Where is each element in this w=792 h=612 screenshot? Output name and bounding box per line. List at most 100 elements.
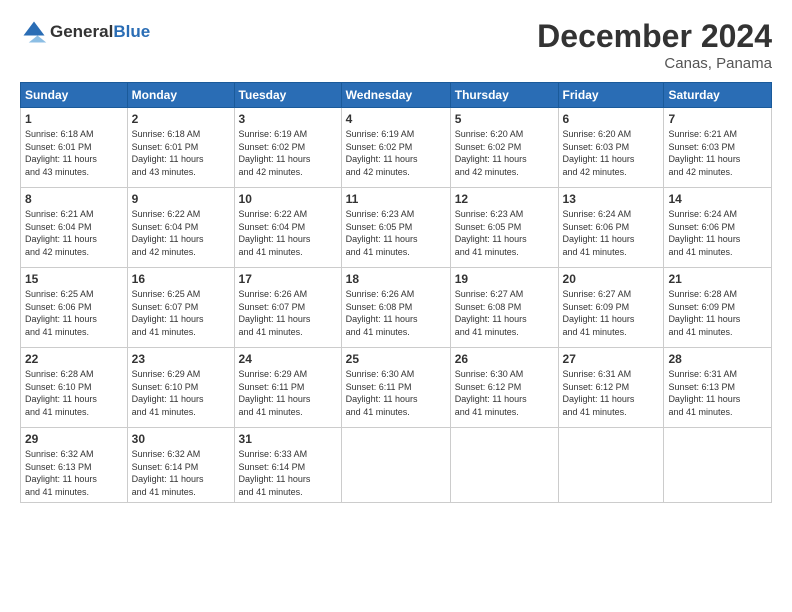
- table-row: 30Sunrise: 6:32 AM Sunset: 6:14 PM Dayli…: [127, 428, 234, 503]
- day-number: 13: [563, 191, 660, 207]
- table-row: 1Sunrise: 6:18 AM Sunset: 6:01 PM Daylig…: [21, 108, 128, 188]
- day-info: Sunrise: 6:19 AM Sunset: 6:02 PM Dayligh…: [346, 128, 446, 178]
- day-info: Sunrise: 6:19 AM Sunset: 6:02 PM Dayligh…: [239, 128, 337, 178]
- col-saturday: Saturday: [664, 83, 772, 108]
- day-number: 8: [25, 191, 123, 207]
- table-row: 13Sunrise: 6:24 AM Sunset: 6:06 PM Dayli…: [558, 188, 664, 268]
- title-section: December 2024 Canas, Panama: [537, 18, 772, 72]
- col-thursday: Thursday: [450, 83, 558, 108]
- table-row: 11Sunrise: 6:23 AM Sunset: 6:05 PM Dayli…: [341, 188, 450, 268]
- day-info: Sunrise: 6:26 AM Sunset: 6:08 PM Dayligh…: [346, 288, 446, 338]
- table-row: 18Sunrise: 6:26 AM Sunset: 6:08 PM Dayli…: [341, 268, 450, 348]
- calendar-week-row: 15Sunrise: 6:25 AM Sunset: 6:06 PM Dayli…: [21, 268, 772, 348]
- day-number: 27: [563, 351, 660, 367]
- table-row: 21Sunrise: 6:28 AM Sunset: 6:09 PM Dayli…: [664, 268, 772, 348]
- day-number: 9: [132, 191, 230, 207]
- day-info: Sunrise: 6:22 AM Sunset: 6:04 PM Dayligh…: [239, 208, 337, 258]
- table-row: [558, 428, 664, 503]
- table-row: 6Sunrise: 6:20 AM Sunset: 6:03 PM Daylig…: [558, 108, 664, 188]
- table-row: [664, 428, 772, 503]
- day-number: 2: [132, 111, 230, 127]
- day-number: 5: [455, 111, 554, 127]
- day-info: Sunrise: 6:24 AM Sunset: 6:06 PM Dayligh…: [668, 208, 767, 258]
- day-info: Sunrise: 6:21 AM Sunset: 6:04 PM Dayligh…: [25, 208, 123, 258]
- day-info: Sunrise: 6:30 AM Sunset: 6:11 PM Dayligh…: [346, 368, 446, 418]
- day-info: Sunrise: 6:31 AM Sunset: 6:13 PM Dayligh…: [668, 368, 767, 418]
- day-info: Sunrise: 6:28 AM Sunset: 6:10 PM Dayligh…: [25, 368, 123, 418]
- table-row: 7Sunrise: 6:21 AM Sunset: 6:03 PM Daylig…: [664, 108, 772, 188]
- table-row: 12Sunrise: 6:23 AM Sunset: 6:05 PM Dayli…: [450, 188, 558, 268]
- table-row: 25Sunrise: 6:30 AM Sunset: 6:11 PM Dayli…: [341, 348, 450, 428]
- logo-name: GeneralBlue: [20, 18, 150, 46]
- table-row: 8Sunrise: 6:21 AM Sunset: 6:04 PM Daylig…: [21, 188, 128, 268]
- day-info: Sunrise: 6:32 AM Sunset: 6:13 PM Dayligh…: [25, 448, 123, 498]
- day-info: Sunrise: 6:27 AM Sunset: 6:09 PM Dayligh…: [563, 288, 660, 338]
- col-wednesday: Wednesday: [341, 83, 450, 108]
- day-number: 7: [668, 111, 767, 127]
- logo-general-text: General: [50, 22, 113, 42]
- day-number: 17: [239, 271, 337, 287]
- day-number: 19: [455, 271, 554, 287]
- day-info: Sunrise: 6:18 AM Sunset: 6:01 PM Dayligh…: [25, 128, 123, 178]
- day-info: Sunrise: 6:22 AM Sunset: 6:04 PM Dayligh…: [132, 208, 230, 258]
- day-info: Sunrise: 6:23 AM Sunset: 6:05 PM Dayligh…: [346, 208, 446, 258]
- day-number: 11: [346, 191, 446, 207]
- day-info: Sunrise: 6:29 AM Sunset: 6:11 PM Dayligh…: [239, 368, 337, 418]
- table-row: 17Sunrise: 6:26 AM Sunset: 6:07 PM Dayli…: [234, 268, 341, 348]
- day-number: 16: [132, 271, 230, 287]
- calendar-table: Sunday Monday Tuesday Wednesday Thursday…: [20, 82, 772, 503]
- day-info: Sunrise: 6:20 AM Sunset: 6:02 PM Dayligh…: [455, 128, 554, 178]
- day-info: Sunrise: 6:20 AM Sunset: 6:03 PM Dayligh…: [563, 128, 660, 178]
- table-row: 22Sunrise: 6:28 AM Sunset: 6:10 PM Dayli…: [21, 348, 128, 428]
- day-number: 31: [239, 431, 337, 447]
- table-row: 24Sunrise: 6:29 AM Sunset: 6:11 PM Dayli…: [234, 348, 341, 428]
- day-number: 14: [668, 191, 767, 207]
- day-info: Sunrise: 6:25 AM Sunset: 6:07 PM Dayligh…: [132, 288, 230, 338]
- day-number: 3: [239, 111, 337, 127]
- day-info: Sunrise: 6:26 AM Sunset: 6:07 PM Dayligh…: [239, 288, 337, 338]
- day-number: 22: [25, 351, 123, 367]
- col-monday: Monday: [127, 83, 234, 108]
- table-row: 26Sunrise: 6:30 AM Sunset: 6:12 PM Dayli…: [450, 348, 558, 428]
- logo: GeneralBlue: [20, 18, 150, 46]
- calendar-week-row: 1Sunrise: 6:18 AM Sunset: 6:01 PM Daylig…: [21, 108, 772, 188]
- day-number: 21: [668, 271, 767, 287]
- table-row: 2Sunrise: 6:18 AM Sunset: 6:01 PM Daylig…: [127, 108, 234, 188]
- day-number: 28: [668, 351, 767, 367]
- header: GeneralBlue December 2024 Canas, Panama: [20, 18, 772, 72]
- day-number: 23: [132, 351, 230, 367]
- page-title: December 2024: [537, 18, 772, 55]
- day-info: Sunrise: 6:25 AM Sunset: 6:06 PM Dayligh…: [25, 288, 123, 338]
- table-row: 9Sunrise: 6:22 AM Sunset: 6:04 PM Daylig…: [127, 188, 234, 268]
- col-friday: Friday: [558, 83, 664, 108]
- table-row: 5Sunrise: 6:20 AM Sunset: 6:02 PM Daylig…: [450, 108, 558, 188]
- table-row: [341, 428, 450, 503]
- table-row: 31Sunrise: 6:33 AM Sunset: 6:14 PM Dayli…: [234, 428, 341, 503]
- day-info: Sunrise: 6:32 AM Sunset: 6:14 PM Dayligh…: [132, 448, 230, 498]
- table-row: 4Sunrise: 6:19 AM Sunset: 6:02 PM Daylig…: [341, 108, 450, 188]
- table-row: 16Sunrise: 6:25 AM Sunset: 6:07 PM Dayli…: [127, 268, 234, 348]
- day-info: Sunrise: 6:28 AM Sunset: 6:09 PM Dayligh…: [668, 288, 767, 338]
- table-row: 19Sunrise: 6:27 AM Sunset: 6:08 PM Dayli…: [450, 268, 558, 348]
- page: GeneralBlue December 2024 Canas, Panama …: [0, 0, 792, 612]
- table-row: [450, 428, 558, 503]
- table-row: 15Sunrise: 6:25 AM Sunset: 6:06 PM Dayli…: [21, 268, 128, 348]
- day-info: Sunrise: 6:23 AM Sunset: 6:05 PM Dayligh…: [455, 208, 554, 258]
- day-number: 18: [346, 271, 446, 287]
- day-info: Sunrise: 6:27 AM Sunset: 6:08 PM Dayligh…: [455, 288, 554, 338]
- table-row: 3Sunrise: 6:19 AM Sunset: 6:02 PM Daylig…: [234, 108, 341, 188]
- day-info: Sunrise: 6:31 AM Sunset: 6:12 PM Dayligh…: [563, 368, 660, 418]
- day-number: 30: [132, 431, 230, 447]
- day-info: Sunrise: 6:33 AM Sunset: 6:14 PM Dayligh…: [239, 448, 337, 498]
- table-row: 14Sunrise: 6:24 AM Sunset: 6:06 PM Dayli…: [664, 188, 772, 268]
- logo-blue-text: Blue: [113, 22, 150, 42]
- day-number: 24: [239, 351, 337, 367]
- logo-icon: [20, 18, 48, 46]
- table-row: 28Sunrise: 6:31 AM Sunset: 6:13 PM Dayli…: [664, 348, 772, 428]
- day-info: Sunrise: 6:30 AM Sunset: 6:12 PM Dayligh…: [455, 368, 554, 418]
- day-number: 29: [25, 431, 123, 447]
- col-sunday: Sunday: [21, 83, 128, 108]
- day-number: 6: [563, 111, 660, 127]
- table-row: 10Sunrise: 6:22 AM Sunset: 6:04 PM Dayli…: [234, 188, 341, 268]
- table-row: 20Sunrise: 6:27 AM Sunset: 6:09 PM Dayli…: [558, 268, 664, 348]
